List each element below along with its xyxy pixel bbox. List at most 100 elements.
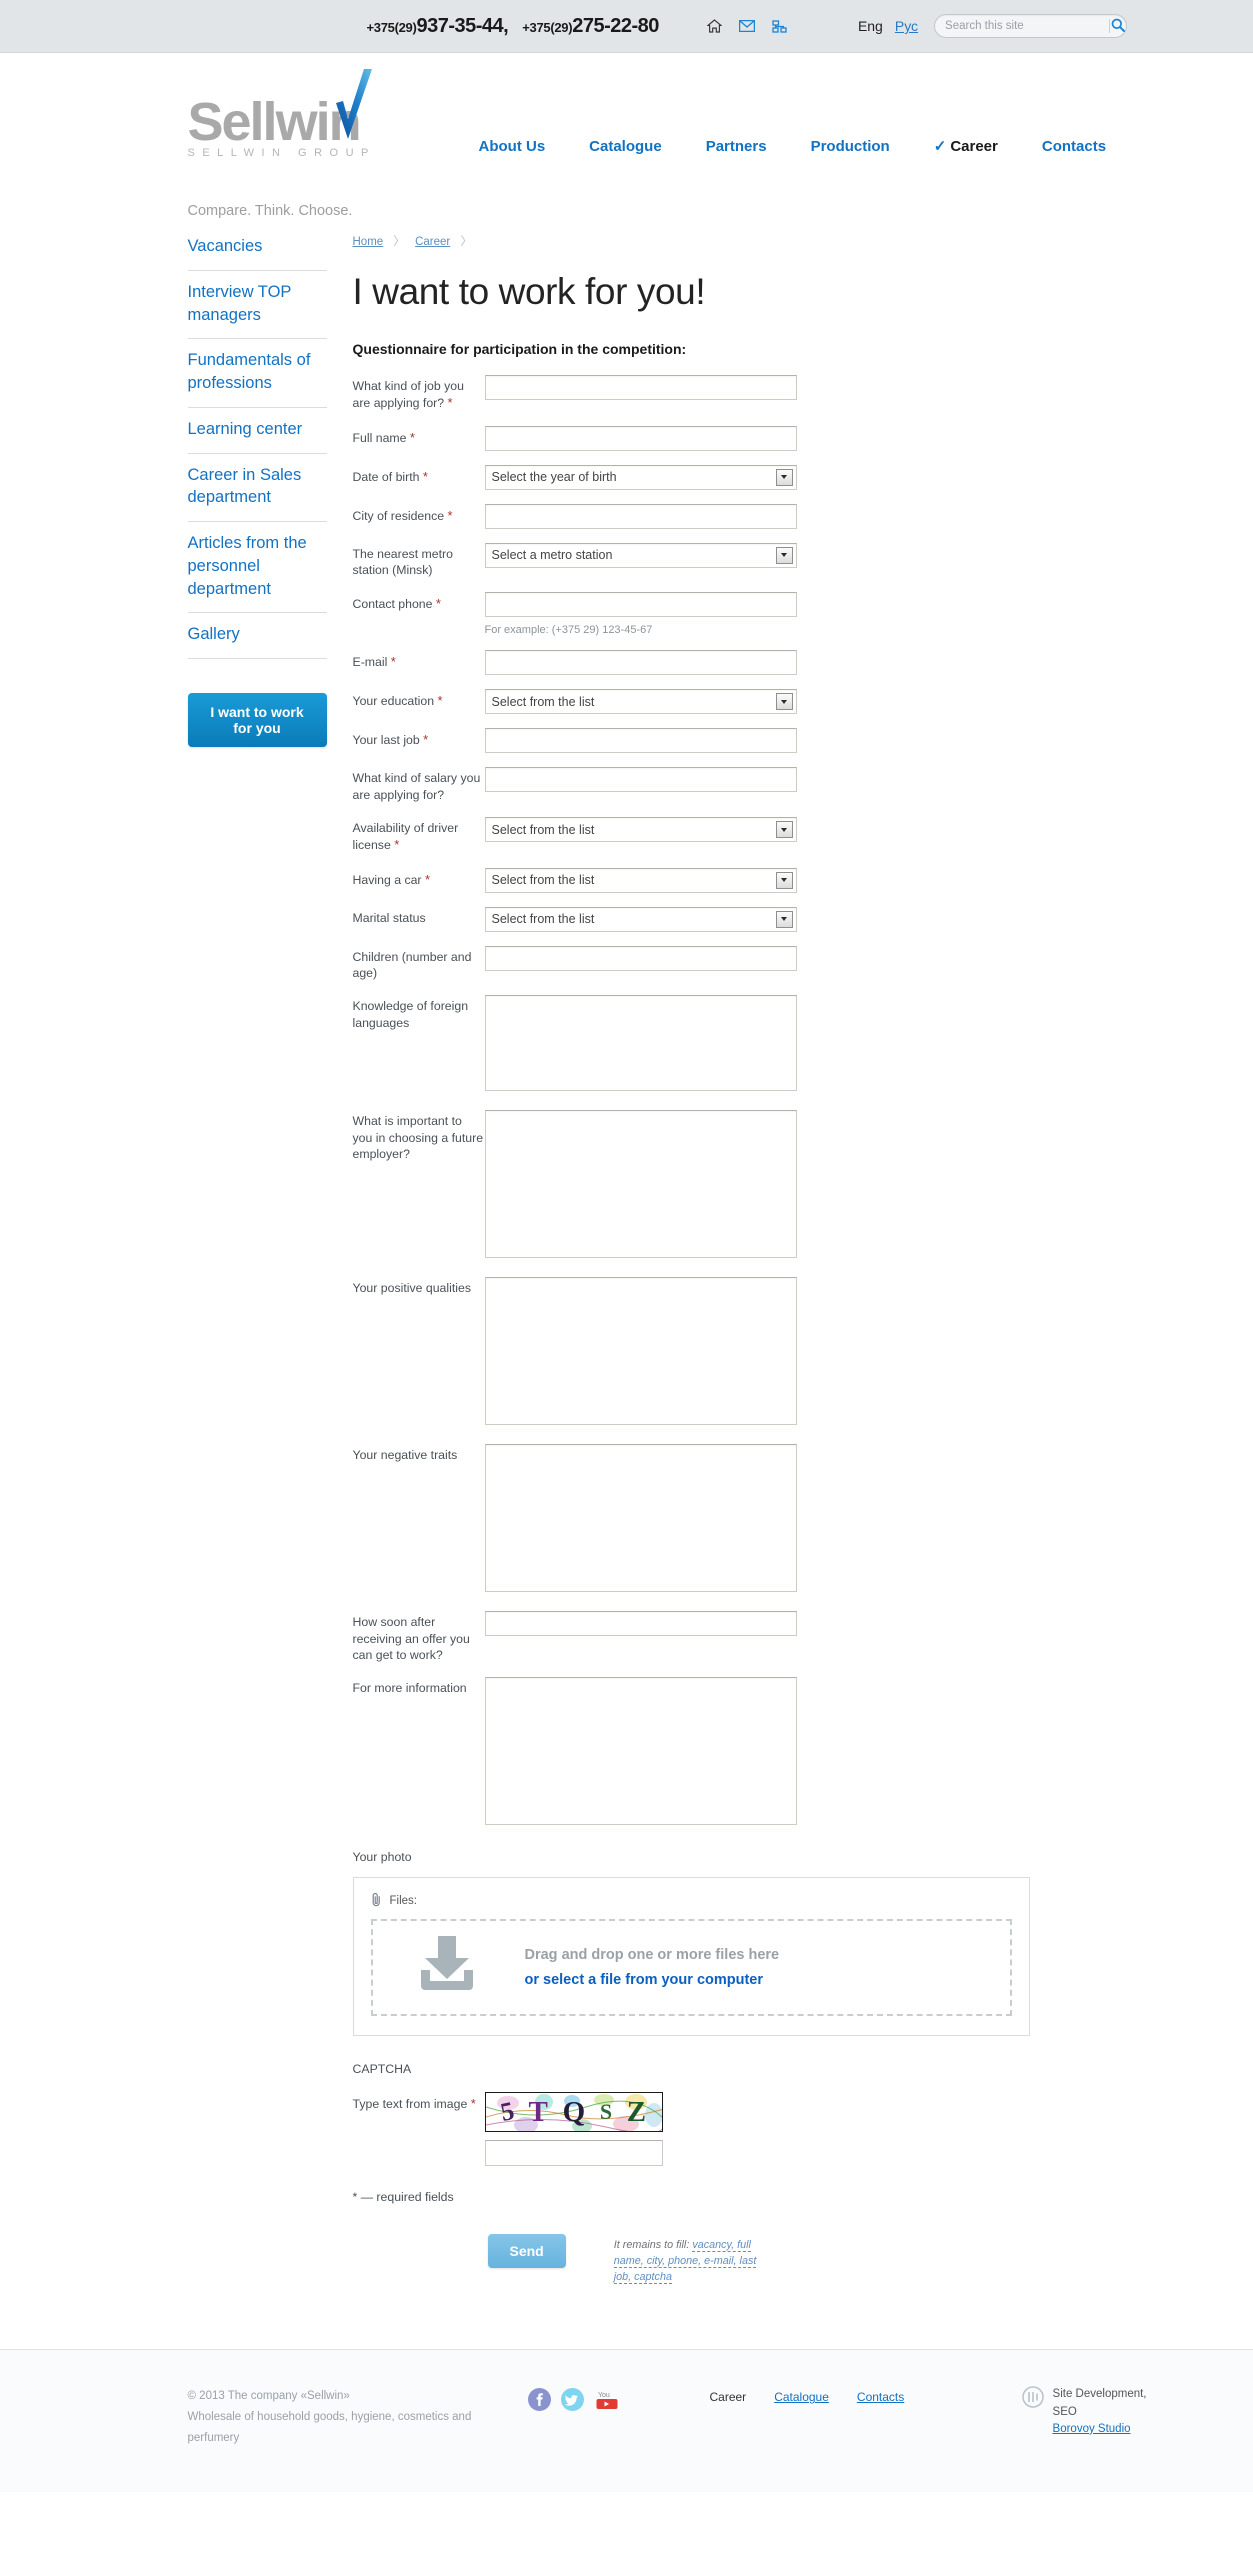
send-button[interactable]: Send [487, 2234, 566, 2269]
sidebar-item-fundamentals[interactable]: Fundamentals of professions [187, 339, 327, 408]
textarea-negative-traits[interactable] [484, 1444, 797, 1593]
dropzone-text: Drag and drop one or more files here or … [525, 1947, 780, 1988]
svg-text:You: You [598, 2392, 610, 2399]
twitter-icon[interactable] [560, 2388, 584, 2416]
label-having-car: Having a car * [352, 871, 431, 887]
textarea-positive-qualities[interactable] [484, 1277, 797, 1426]
breadcrumb: Home 〉 Career 〉 [353, 233, 1187, 249]
sidebar-item-gallery[interactable]: Gallery [187, 613, 327, 660]
top-bar: +375(29)937-35-44, +375(29)275-22-80 Eng … [0, 0, 1253, 53]
label-phone: Contact phone * [352, 596, 441, 612]
label-salary: What kind of salary you are applying for… [352, 771, 481, 802]
captcha-section-title: CAPTCHA [352, 2062, 412, 2077]
search-input[interactable] [935, 20, 1110, 32]
input-job[interactable] [484, 375, 797, 400]
nav-item-partners[interactable]: Partners [684, 138, 789, 155]
file-dropzone[interactable]: Drag and drop one or more files here or … [370, 1919, 1012, 2017]
textarea-languages[interactable] [484, 995, 797, 1092]
required-marker: * [390, 654, 396, 670]
search-button[interactable] [1110, 18, 1126, 35]
breadcrumb-home[interactable]: Home [353, 236, 384, 248]
form-row-date-of-birth: Date of birth * Select the year of birth [353, 464, 1187, 490]
sidebar-cta-work-for-you[interactable]: I want to work for you [187, 693, 327, 748]
footer-nav-contacts[interactable]: Contacts [857, 2390, 904, 2448]
chevron-down-icon [775, 821, 793, 839]
select-marital-status[interactable]: Select from the list [484, 906, 797, 932]
footer-developer-credit: Site Development, SEO Borovoy Studio [1021, 2386, 1187, 2448]
developer-studio-link[interactable]: Borovoy Studio [1053, 2423, 1131, 2435]
sitemap-icon[interactable] [772, 19, 788, 33]
select-education[interactable]: Select from the list [484, 689, 797, 715]
required-marker: * [422, 468, 428, 484]
textarea-important-employer[interactable] [484, 1110, 797, 1259]
label-how-soon: How soon after receiving an offer you ca… [352, 1615, 470, 1663]
files-row: Files: [371, 1892, 1012, 1910]
input-salary[interactable] [484, 767, 797, 793]
captcha-characters: 5 T Q S Z [486, 2093, 662, 2131]
nav-item-career[interactable]: ✓ Career [912, 137, 1020, 155]
required-marker: * [437, 693, 443, 709]
main-navigation: About Us Catalogue Partners Production ✓… [457, 137, 1129, 156]
input-how-soon[interactable] [484, 1611, 797, 1637]
footer-nav-catalogue[interactable]: Catalogue [774, 2390, 829, 2448]
form-row-marital-status: Marital status Select from the list [353, 906, 1187, 932]
select-driver-license[interactable]: Select from the list [484, 817, 797, 843]
download-arrow-icon [413, 1934, 481, 2001]
select-having-car-value: Select from the list [491, 873, 595, 888]
input-email[interactable] [484, 650, 797, 676]
facebook-icon[interactable] [527, 2388, 551, 2416]
footer-description: Wholesale of household goods, hygiene, c… [187, 2411, 472, 2444]
language-current-eng[interactable]: Eng [858, 18, 883, 34]
site-logo[interactable]: Sellwin SELLWIN GROUP [188, 69, 376, 159]
input-phone[interactable] [484, 592, 797, 618]
select-metro-station[interactable]: Select a metro station [484, 542, 797, 568]
input-full-name[interactable] [484, 425, 797, 451]
mail-icon[interactable] [738, 20, 755, 32]
language-link-rus[interactable]: Рус [895, 18, 918, 34]
nav-item-career-label: Career [950, 138, 998, 155]
nav-item-contacts[interactable]: Contacts [1020, 138, 1128, 155]
required-marker: * [394, 837, 400, 853]
dropzone-select-file-link[interactable]: or select a file from your computer [525, 1972, 780, 1988]
nav-active-check-icon: ✓ [933, 138, 947, 155]
captcha-char-5: Z [626, 2095, 647, 2128]
input-captcha[interactable] [484, 2140, 663, 2167]
select-year-of-birth[interactable]: Select the year of birth [484, 464, 797, 490]
label-city: City of residence * [352, 507, 453, 523]
captcha-char-2: T [528, 2095, 548, 2128]
sidebar-item-learning[interactable]: Learning center [187, 408, 327, 454]
input-city[interactable] [484, 503, 797, 529]
questionnaire-heading: Questionnaire for participation in the c… [352, 341, 687, 357]
header-phone-numbers: +375(29)937-35-44, +375(29)275-22-80 [367, 15, 660, 38]
files-label: Files: [389, 1895, 417, 1908]
input-last-job[interactable] [484, 728, 797, 754]
sidebar-item-articles[interactable]: Articles from the personnel department [187, 522, 327, 614]
sidebar-item-career-sales[interactable]: Career in Sales department [187, 454, 327, 523]
home-icon[interactable] [706, 19, 722, 33]
input-children[interactable] [484, 945, 797, 971]
select-metro-station-value: Select a metro station [491, 548, 613, 563]
nav-item-catalogue[interactable]: Catalogue [567, 138, 684, 155]
nav-item-production[interactable]: Production [789, 138, 912, 155]
required-marker: * [424, 871, 431, 887]
label-more-information: For more information [352, 1681, 467, 1696]
label-job: What kind of job you are applying for? * [352, 379, 464, 411]
nav-item-about-us[interactable]: About Us [457, 138, 568, 155]
select-having-car[interactable]: Select from the list [484, 867, 797, 893]
textarea-more-information[interactable] [484, 1677, 797, 1826]
form-row-education: Your education * Select from the list [353, 689, 1187, 715]
required-marker: * [409, 429, 415, 445]
form-row-email: E-mail * [353, 650, 1187, 676]
breadcrumb-separator-2: 〉 [460, 236, 472, 248]
sidebar-item-interview-top[interactable]: Interview TOP managers [187, 271, 327, 340]
youtube-icon[interactable]: You [594, 2388, 620, 2416]
logo-wordmark: Sellwin [188, 69, 376, 149]
required-marker: * [470, 2096, 476, 2112]
label-languages: Knowledge of foreign languages [352, 999, 469, 1030]
breadcrumb-career[interactable]: Career [415, 236, 450, 248]
label-negative-traits: Your negative traits [352, 1448, 458, 1463]
submit-row: Send It remains to fill: vacancy, full n… [487, 2234, 1187, 2285]
sidebar-item-vacancies[interactable]: Vacancies [187, 233, 327, 271]
site-search[interactable] [934, 14, 1128, 38]
select-driver-license-value: Select from the list [491, 822, 595, 837]
